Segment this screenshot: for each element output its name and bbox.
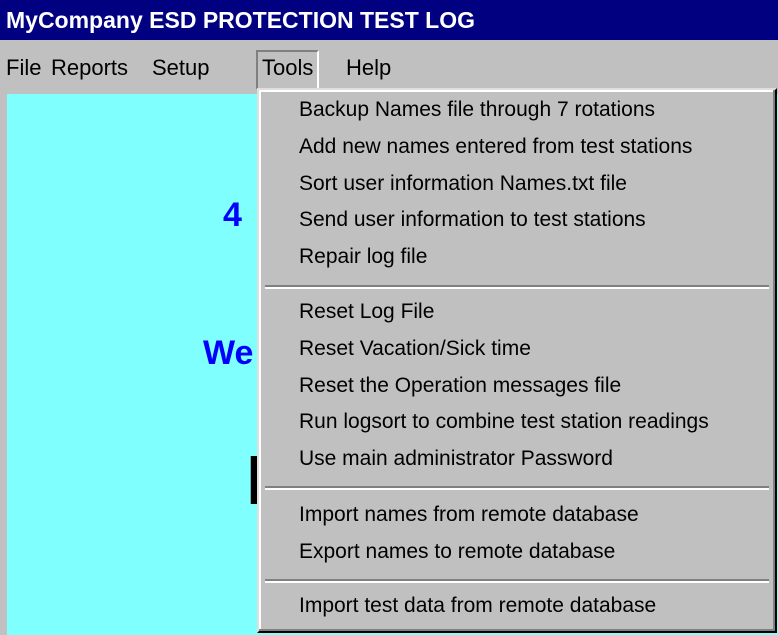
- partial-heading-text: 4: [223, 196, 242, 234]
- menu-help[interactable]: Help: [346, 50, 391, 86]
- menu-separator: [265, 579, 769, 583]
- menu-tools[interactable]: Tools: [256, 50, 320, 90]
- app-window: MyCompany ESD PROTECTION TEST LOG File R…: [0, 0, 778, 635]
- menu-item-sort-user-info[interactable]: Sort user information Names.txt file: [299, 172, 627, 196]
- menu-separator: [265, 285, 769, 289]
- menu-item-import-names[interactable]: Import names from remote database: [299, 503, 639, 527]
- menu-item-repair-log[interactable]: Repair log file: [299, 245, 427, 269]
- partial-welcome-text: We: [203, 334, 254, 372]
- menu-bar: File Reports Setup Tools Help: [0, 40, 778, 94]
- menu-item-admin-password[interactable]: Use main administrator Password: [299, 447, 613, 471]
- menu-item-export-names[interactable]: Export names to remote database: [299, 540, 615, 564]
- menu-item-import-test-data[interactable]: Import test data from remote database: [299, 594, 656, 618]
- menu-item-reset-vacation[interactable]: Reset Vacation/Sick time: [299, 337, 531, 361]
- window-title: MyCompany ESD PROTECTION TEST LOG: [6, 7, 475, 33]
- menu-item-run-logsort[interactable]: Run logsort to combine test station read…: [299, 410, 709, 434]
- menu-item-backup-names[interactable]: Backup Names file through 7 rotations: [299, 98, 655, 122]
- menu-item-send-user-info[interactable]: Send user information to test stations: [299, 208, 646, 232]
- menu-item-reset-log[interactable]: Reset Log File: [299, 300, 434, 324]
- menu-item-add-new-names[interactable]: Add new names entered from test stations: [299, 135, 692, 159]
- menu-separator: [265, 486, 769, 490]
- menu-file[interactable]: File: [6, 50, 41, 86]
- menu-reports[interactable]: Reports: [51, 50, 128, 86]
- tools-dropdown-menu: Backup Names file through 7 rotations Ad…: [257, 88, 777, 633]
- menu-item-reset-operation-messages[interactable]: Reset the Operation messages file: [299, 374, 621, 398]
- menu-setup[interactable]: Setup: [152, 50, 210, 86]
- title-bar: MyCompany ESD PROTECTION TEST LOG: [0, 0, 778, 40]
